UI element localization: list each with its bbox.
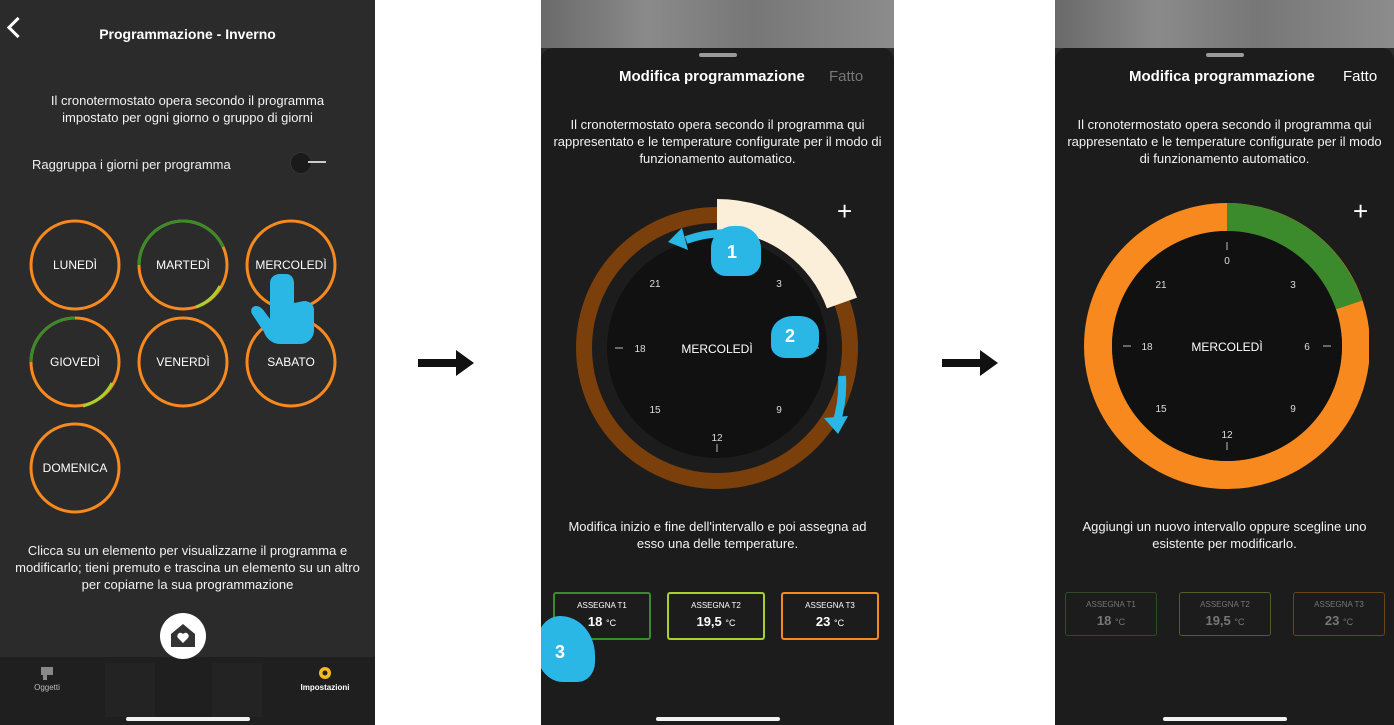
hour-label: 0 <box>1224 256 1230 267</box>
hand-pointer-icon <box>251 274 314 344</box>
schedule-list-screen: Programmazione - Inverno Il cronotermost… <box>0 0 375 725</box>
assign-t1-button: ASSEGNA T1 18 °C <box>1065 592 1157 636</box>
day-monday[interactable]: LUNEDÌ <box>28 218 122 312</box>
dial-day-label: MERCOLEDÌ <box>1191 339 1262 354</box>
group-days-toggle[interactable] <box>290 151 328 174</box>
hour-label: 15 <box>649 405 661 416</box>
edit-sheet: Modifica programmazione Fatto Il cronote… <box>1055 48 1394 725</box>
day-sunday[interactable]: DOMENICA <box>28 421 122 515</box>
sheet-grabber[interactable] <box>698 53 737 57</box>
hour-label: 12 <box>711 433 723 444</box>
home-heart-icon <box>171 624 195 647</box>
hand-pointer-icon: 2 <box>771 316 819 358</box>
sheet-title: Modifica programmazione <box>619 68 805 85</box>
instructions-text: Aggiungi un nuovo intervallo oppure sceg… <box>1082 519 1367 551</box>
right-arrow-icon <box>942 350 998 376</box>
day-thursday[interactable]: GIOVEDÌ <box>28 315 122 409</box>
schedule-dial[interactable]: MERCOLEDÌ 0 21 3 18 6 15 9 12 <box>1083 202 1369 492</box>
day-tuesday[interactable]: MARTEDÌ <box>136 218 230 312</box>
home-indicator <box>1162 717 1287 721</box>
hour-label: 18 <box>1141 342 1153 353</box>
intro-text: Il cronotermostato opera secondo il prog… <box>50 93 325 125</box>
edit-sheet: Modifica programmazione Fatto Il cronote… <box>541 48 894 725</box>
assign-t3-button: ASSEGNA T3 23 °C <box>1293 592 1385 636</box>
intro-text: Il cronotermostato opera secondo il prog… <box>1067 117 1382 166</box>
assign-t2-button: ASSEGNA T2 19,5 °C <box>1179 592 1271 636</box>
hour-label: 6 <box>1304 342 1310 353</box>
home-button[interactable] <box>160 613 206 659</box>
hour-label: 15 <box>1155 404 1167 415</box>
day-friday[interactable]: VENERDÌ <box>136 315 230 409</box>
tab-settings[interactable]: Impostazioni <box>290 665 360 692</box>
assign-t3-button[interactable]: ASSEGNA T3 23 °C <box>781 592 879 640</box>
page-title: Programmazione - Inverno <box>99 26 276 42</box>
home-indicator <box>655 717 780 721</box>
edit-schedule-result-screen: Modifica programmazione Fatto Il cronote… <box>1055 0 1394 725</box>
hour-label: 21 <box>649 279 661 290</box>
tab-bar: Oggetti Impostazioni <box>0 657 375 725</box>
hour-label: 9 <box>776 405 782 416</box>
sheet-title: Modifica programmazione <box>1129 68 1315 85</box>
assign-t2-button[interactable]: ASSEGNA T2 19,5 °C <box>667 592 765 640</box>
objects-icon <box>41 667 53 680</box>
edit-schedule-screen: Modifica programmazione Fatto Il cronote… <box>541 0 894 725</box>
hour-label: 3 <box>1290 280 1296 291</box>
settings-gear-icon <box>319 667 331 679</box>
intro-text: Il cronotermostato opera secondo il prog… <box>553 117 882 166</box>
dial-day-label: MERCOLEDÌ <box>681 341 752 356</box>
hour-label: 12 <box>1221 430 1233 441</box>
hour-label: 21 <box>1155 280 1167 291</box>
hour-label: 9 <box>1290 404 1296 415</box>
sheet-grabber[interactable] <box>1205 53 1244 57</box>
done-button[interactable]: Fatto <box>1343 68 1377 85</box>
right-arrow-icon <box>418 350 474 376</box>
instructions-text: Modifica inizio e fine dell'intervallo e… <box>568 519 867 551</box>
done-button[interactable]: Fatto <box>829 68 863 85</box>
footer-text: Clicca su un elemento per visualizzarne … <box>15 543 360 592</box>
hand-pointer-icon: 1 <box>711 226 761 276</box>
tab-objects[interactable]: Oggetti <box>12 665 82 692</box>
hour-label: 18 <box>634 344 646 355</box>
hour-label: 3 <box>776 279 782 290</box>
group-days-label: Raggruppa i giorni per programma <box>32 157 231 172</box>
home-indicator <box>125 717 250 721</box>
